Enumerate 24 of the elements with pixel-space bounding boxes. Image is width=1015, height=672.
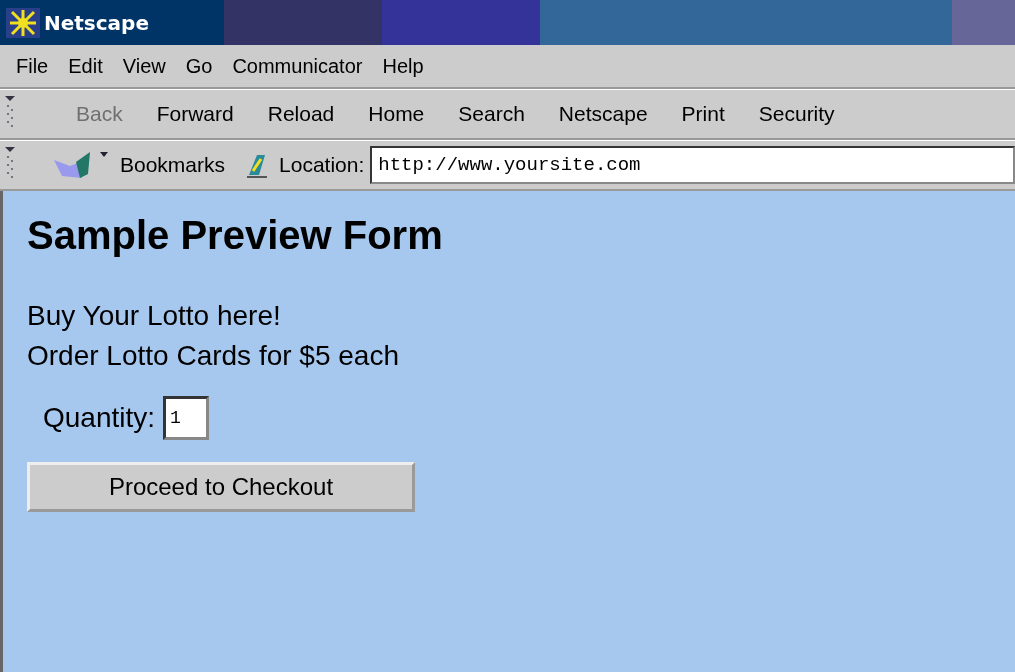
star-logo-icon [6,7,40,38]
url-field[interactable]: http://www.yoursite.com [370,146,1015,184]
menu-item[interactable]: Edit [60,52,111,80]
menu-item[interactable]: Communicator [224,52,371,80]
toolbar-button[interactable]: Home [368,98,425,130]
toolbar-button[interactable]: Reload [267,98,335,130]
menu-item[interactable]: View [114,52,174,80]
quantity-field[interactable]: 1 [163,396,210,440]
toolbar-button[interactable]: Print [681,98,725,130]
menu-item[interactable]: File [8,52,57,80]
quantity-label: Quantity: [43,402,156,434]
body-text: Order Lotto Cards for $5 each [27,339,400,373]
body-text: Buy Your Lotto here! [27,299,282,333]
menu-item[interactable]: Go [177,52,221,80]
toolbar-button[interactable]: Search [458,98,525,130]
toolbar-button[interactable]: Forward [156,98,234,130]
menu-item[interactable]: Help [374,52,432,80]
checkout-button[interactable]: Proceed to Checkout [27,462,415,512]
location-label: Location: [279,153,365,177]
window-title: Netscape [44,10,150,35]
bookmarks-label[interactable]: Bookmarks [120,153,226,177]
page-heading: Sample Preview Form [27,213,444,258]
toolbar-button[interactable]: Netscape [558,98,648,130]
toolbar-button[interactable]: Security [758,98,835,130]
